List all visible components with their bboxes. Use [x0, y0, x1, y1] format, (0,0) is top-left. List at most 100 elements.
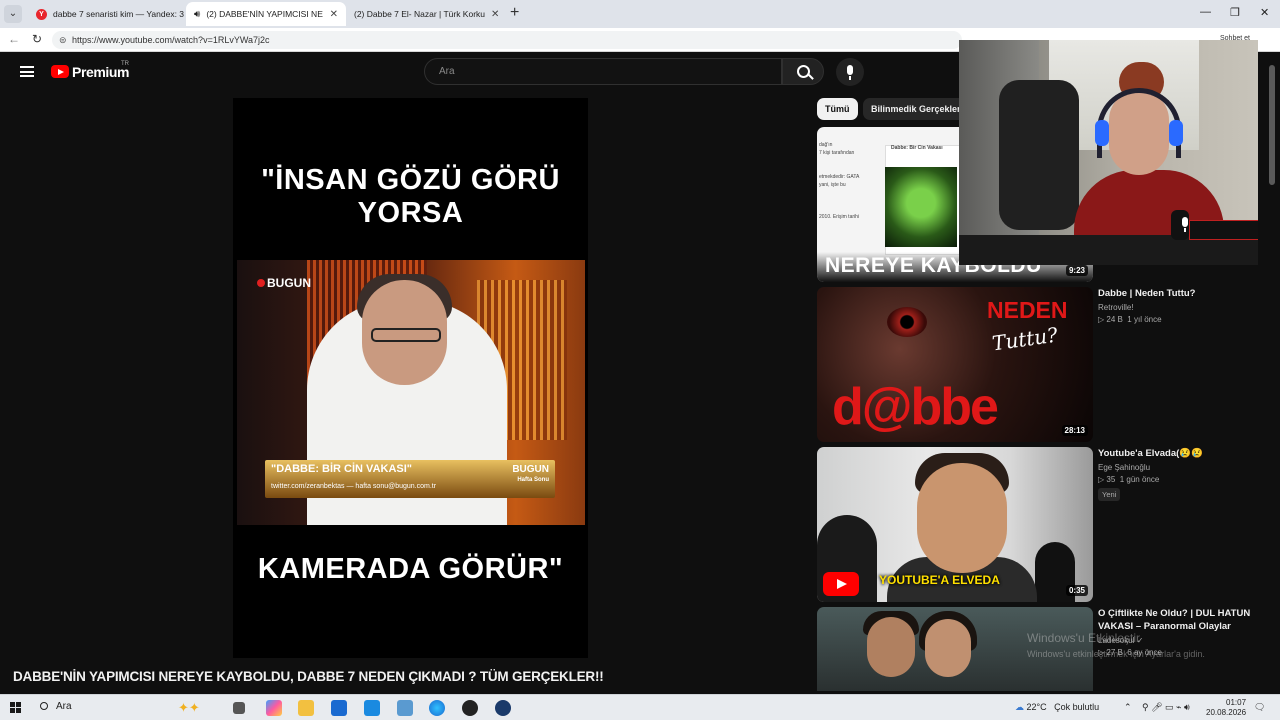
close-tab-icon[interactable]: ✕ — [491, 9, 499, 20]
search-placeholder: Ara — [439, 66, 455, 77]
edge-icon[interactable] — [429, 700, 445, 716]
windows-taskbar: Ara ✦✦ ☁ 22°C Çok bulutlu ⌃ ⚲ 🎤︎ ▭ ⌁ 🔊︎ … — [0, 694, 1280, 720]
close-tab-icon[interactable]: ✕ — [330, 9, 338, 20]
tab-label: (2) DABBE'NİN YAPIMCISI NE — [206, 9, 323, 19]
duration-badge: 28:13 — [1061, 425, 1088, 436]
duration-badge: 0:35 — [1065, 585, 1088, 596]
tab-list-dropdown-icon[interactable]: ⌄ — [4, 5, 22, 23]
weather-widget[interactable]: ☁ 22°C Çok bulutlu — [1015, 702, 1099, 713]
chip-unknown-facts[interactable]: Bilinmedik Gerçekler — [863, 98, 969, 120]
search-button[interactable] — [782, 58, 824, 85]
close-window-button[interactable]: ✕ — [1260, 6, 1269, 19]
recommendation-thumbnail[interactable]: YOUTUBE'A ELVEDA 0:35 — [817, 447, 1093, 602]
clock[interactable]: 01:07 20.08.2026 — [1206, 698, 1246, 718]
tab-dabbe-nazar[interactable]: (2) Dabbe 7 El- Nazar | Türk Korku ✕ — [346, 2, 504, 26]
video-caption-top: "İNSAN GÖZÜ GÖRÜ YORSA — [261, 164, 560, 229]
video-frame: BUGUN "DABBE: BİR CİN VAKASI" twitter.co… — [237, 260, 585, 525]
channel-name[interactable]: Ege Şahinoğlu — [1098, 463, 1278, 472]
microphone-image — [1171, 210, 1189, 240]
watermark-line2: Windows'u etkinleştirmek için Ayarlar'a … — [1027, 649, 1205, 659]
lower-third-sub: twitter.com/zeranbektas — hafta sonu@bug… — [271, 483, 437, 490]
notifications-icon[interactable]: 🗨︎ — [1254, 702, 1265, 713]
tray-icons[interactable]: ⚲ 🎤︎ ▭ ⌁ 🔊︎ — [1142, 702, 1190, 713]
voice-search-icon[interactable] — [836, 58, 864, 86]
cloud-icon: ☁ — [1015, 702, 1024, 712]
tab-label: dabbe 7 senaristi kim — Yandex: 3 — [53, 9, 185, 19]
back-arrow-icon[interactable]: ← — [8, 32, 20, 46]
recommendation-info[interactable]: Youtube'a Elvada(😢😢 Ege Şahinoğlu ▷ 35 1… — [1098, 447, 1278, 502]
chip-all[interactable]: Tümü — [817, 98, 858, 120]
upload-age: 1 yıl önce — [1127, 315, 1162, 324]
creator-face-image — [917, 463, 1007, 573]
region-code: TR — [121, 61, 129, 67]
minimize-button[interactable]: — — [1200, 6, 1211, 18]
recommendation-title[interactable]: Dabbe | Neden Tuttu? — [1098, 287, 1278, 300]
date: 20.08.2026 — [1206, 708, 1247, 717]
channel-bug: BUGUN — [257, 276, 311, 290]
app-icon[interactable] — [462, 700, 478, 716]
upload-age: 1 gün önce — [1119, 475, 1160, 484]
url-text: https://www.youtube.com/watch?v=1RLvYWa7… — [72, 35, 270, 45]
search-input[interactable]: Ara — [424, 58, 782, 85]
duration-badge: 9:23 — [1065, 265, 1088, 276]
eye-image — [887, 307, 927, 337]
thumb-doc-title: Dabbe: Bir Cin Vakası — [891, 145, 943, 151]
windows-activation-watermark: Windows'u Etkinleştir Windows'u etkinleş… — [1027, 631, 1205, 659]
speaker-icon[interactable]: 🔊︎ — [194, 9, 200, 20]
lower-third-bug: BUGUN — [512, 464, 549, 475]
thumb-logo: d@bbe — [832, 378, 999, 436]
tray-chevron-icon[interactable]: ⌃ — [1124, 702, 1132, 713]
video-player[interactable]: "İNSAN GÖZÜ GÖRÜ YORSA BUGUN "DABBE: BİR… — [233, 98, 588, 658]
youtube-logo-icon[interactable] — [51, 65, 69, 78]
new-badge: Yeni — [1098, 488, 1121, 501]
app-icon[interactable] — [397, 700, 413, 716]
weather-desc: Çok bulutlu — [1054, 702, 1100, 712]
yandex-icon: Y — [36, 8, 47, 20]
watermark-line1: Windows'u Etkinleştir — [1027, 631, 1140, 645]
taskbar-search-label: Ara — [56, 701, 72, 712]
recommendation-title[interactable]: Youtube'a Elvada(😢😢 — [1098, 447, 1278, 460]
task-view-icon[interactable] — [233, 702, 245, 714]
tab-label: (2) Dabbe 7 El- Nazar | Türk Korku — [354, 9, 486, 19]
scrollbar-thumb[interactable] — [1269, 65, 1275, 185]
search-icon — [40, 702, 48, 710]
store-icon[interactable] — [331, 700, 347, 716]
video-title: DABBE'NİN YAPIMCISI NEREYE KAYBOLDU, DAB… — [13, 669, 604, 684]
webcam-overlay — [959, 40, 1258, 265]
video-caption-bottom: KAMERADA GÖRÜR" — [257, 553, 564, 585]
recommendation-thumbnail[interactable]: NEDEN Tuttu? d@bbe 28:13 — [817, 287, 1093, 442]
browser-tab-bar: ⌄ Y dabbe 7 senaristi kim — Yandex: 3 ✕ … — [0, 0, 1280, 28]
file-explorer-icon[interactable] — [298, 700, 314, 716]
copilot-icon[interactable]: ✦✦ — [178, 700, 200, 716]
time: 01:07 — [1226, 698, 1247, 707]
thumb-text: YOUTUBE'A ELVEDA — [879, 573, 1000, 587]
steam-icon[interactable] — [495, 700, 511, 716]
copilot-app-icon[interactable] — [266, 700, 282, 716]
url-field[interactable]: ⊜ https://www.youtube.com/watch?v=1RLvYW… — [52, 31, 962, 49]
thumb-text: NEDEN — [987, 297, 1068, 323]
new-tab-button[interactable]: + — [510, 4, 519, 22]
reload-icon[interactable]: ↻ — [32, 32, 42, 46]
green-face-image — [885, 167, 957, 247]
weather-temp: 22°C — [1026, 702, 1047, 712]
maximize-button[interactable]: ❐ — [1230, 6, 1240, 19]
site-info-icon[interactable]: ⊜ — [59, 31, 67, 49]
outlook-icon[interactable] — [364, 700, 380, 716]
channel-name[interactable]: Retroville! — [1098, 303, 1278, 312]
chat-button[interactable]: Sohbet et — [1220, 35, 1250, 42]
menu-icon[interactable] — [20, 66, 34, 77]
taskbar-search[interactable]: Ara — [40, 701, 72, 712]
tab-dabbe-video[interactable]: 🔊︎ (2) DABBE'NİN YAPIMCISI NE ✕ — [186, 2, 346, 26]
lower-third: "DABBE: BİR CİN VAKASI" twitter.com/zera… — [265, 460, 555, 498]
youtube-play-icon — [823, 572, 859, 596]
recommendation-info[interactable]: Dabbe | Neden Tuttu? Retroville! ▷ 24 B … — [1098, 287, 1278, 324]
lower-third-title: "DABBE: BİR CİN VAKASI" — [271, 463, 413, 475]
recommendation-title[interactable]: O Çiftlikte Ne Oldu? | DUL HATUN VAKASI … — [1098, 607, 1278, 633]
page-scrollbar[interactable] — [1268, 55, 1276, 691]
lower-third-bug-sub: Hafta Sonu — [517, 477, 549, 483]
windows-start-icon[interactable] — [10, 702, 21, 713]
view-count: ▷ 35 — [1098, 475, 1116, 484]
view-count: ▷ 24 B — [1098, 315, 1123, 324]
thumb-text: Tuttu? — [990, 322, 1060, 356]
tab-yandex-search[interactable]: Y dabbe 7 senaristi kim — Yandex: 3 ✕ — [28, 2, 186, 26]
